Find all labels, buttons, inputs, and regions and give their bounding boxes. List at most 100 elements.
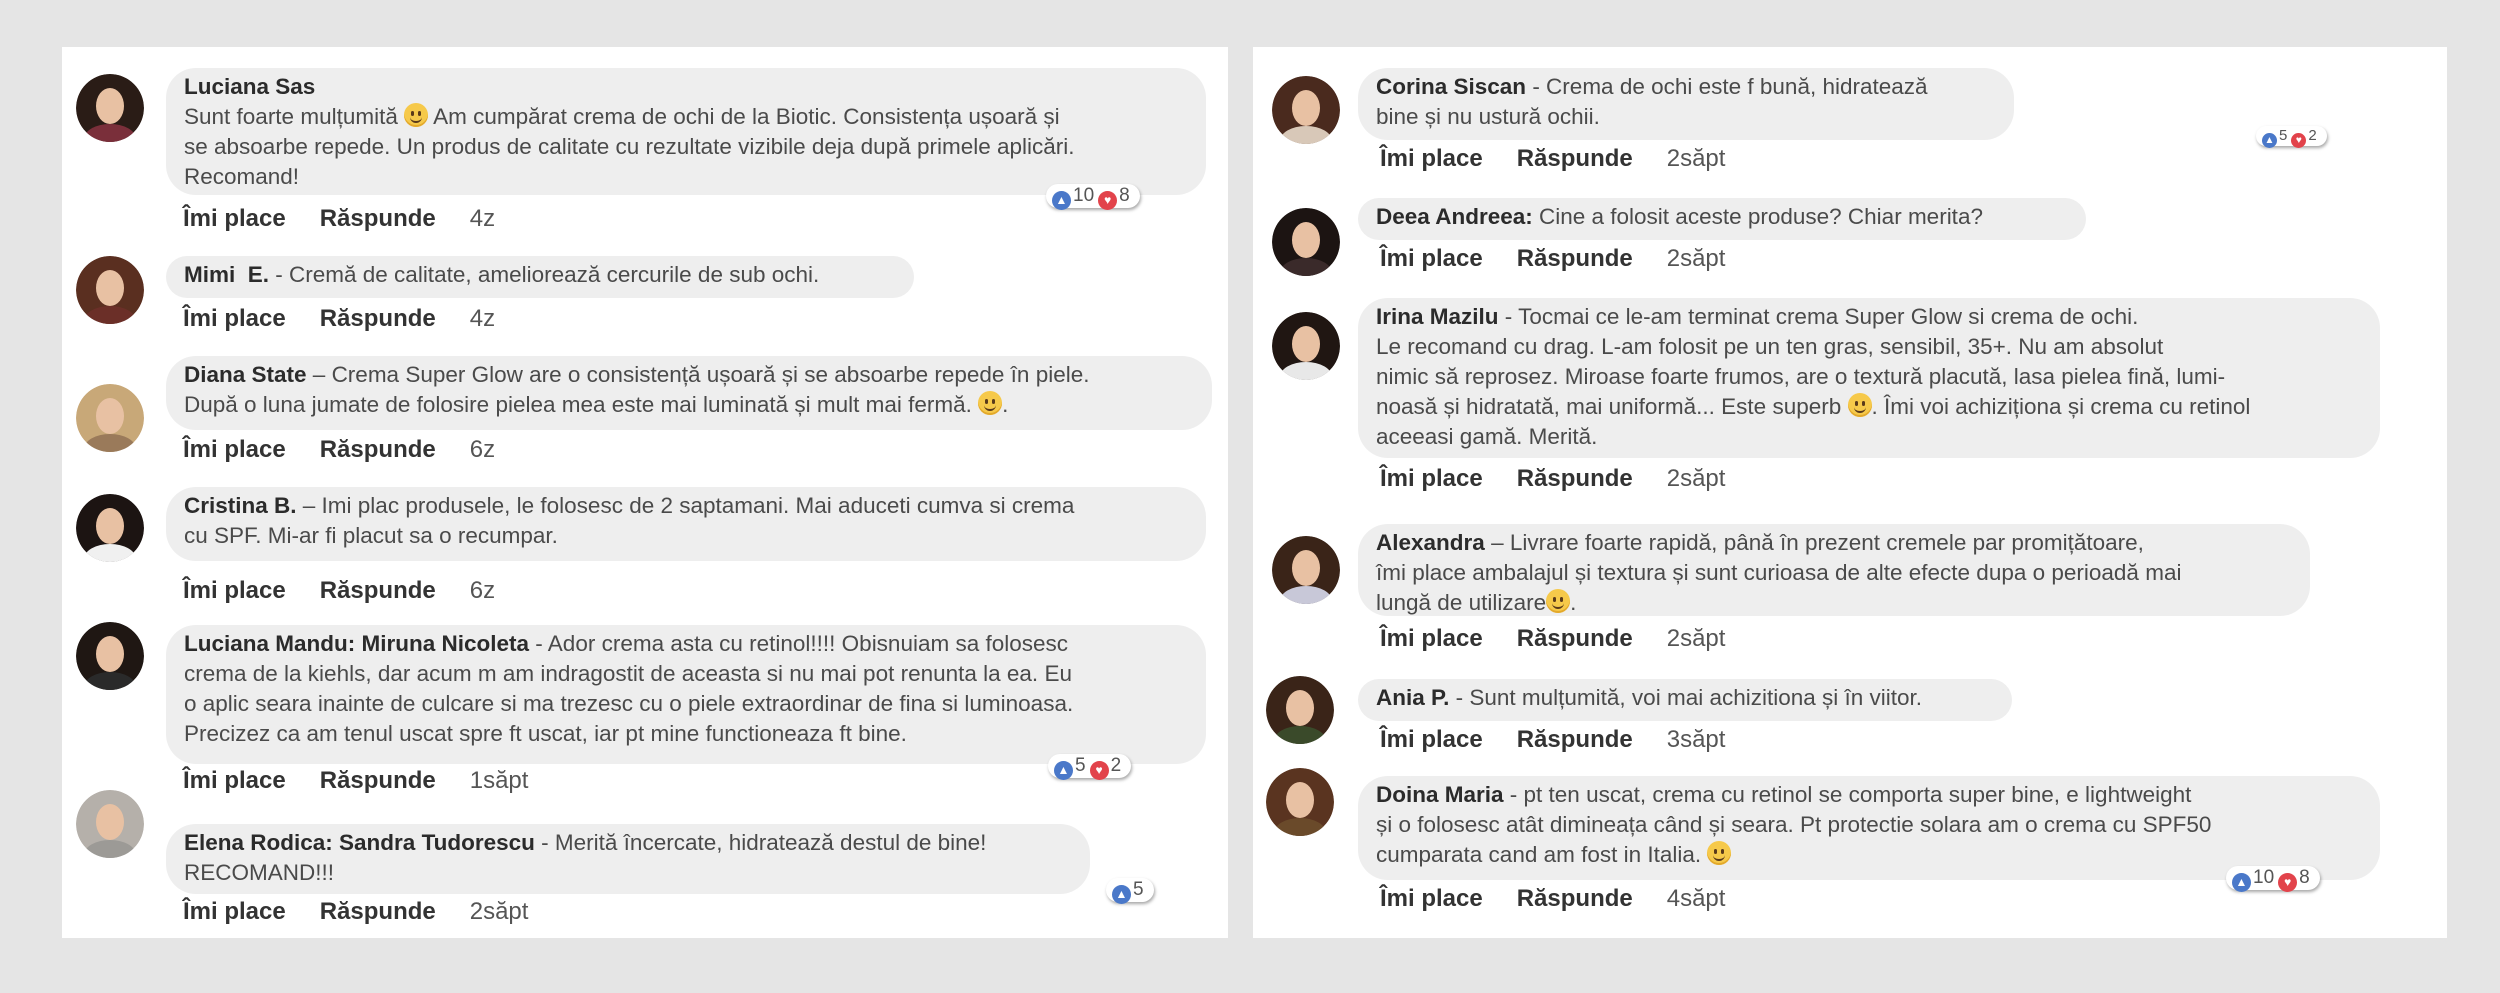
avatar[interactable] bbox=[1272, 208, 1340, 276]
avatar[interactable] bbox=[1272, 76, 1340, 144]
reply-button[interactable]: Răspunde bbox=[1517, 624, 1633, 654]
reply-button[interactable]: Răspunde bbox=[320, 304, 436, 334]
comment-actions: Îmi place Răspunde 4z bbox=[183, 304, 495, 334]
avatar[interactable] bbox=[1272, 312, 1340, 380]
avatar[interactable] bbox=[76, 494, 144, 562]
comment-actions: Îmi place Răspunde 2săpt bbox=[1380, 144, 1725, 174]
like-count: 10 bbox=[1073, 185, 1095, 206]
like-button[interactable]: Îmi place bbox=[1380, 464, 1483, 494]
reaction-count[interactable]: ▲ 5 ♥ 2 bbox=[2256, 126, 2327, 148]
comment-author[interactable]: Corina Siscan bbox=[1376, 74, 1526, 99]
like-button[interactable]: Îmi place bbox=[183, 766, 286, 796]
reaction-count[interactable]: ▲ 5 bbox=[1106, 878, 1154, 904]
comment-bubble: Elena Rodica: Sandra Tudorescu - Merită … bbox=[166, 824, 1090, 894]
comment-timestamp[interactable]: 4z bbox=[470, 204, 495, 234]
comment-timestamp[interactable]: 2săpt bbox=[1667, 624, 1726, 654]
reply-button[interactable]: Răspunde bbox=[320, 576, 436, 606]
comment-timestamp[interactable]: 2săpt bbox=[470, 897, 529, 927]
comment-timestamp[interactable]: 6z bbox=[470, 435, 495, 465]
thumbs-up-icon: ▲ bbox=[1054, 761, 1073, 780]
reply-button[interactable]: Răspunde bbox=[1517, 464, 1633, 494]
avatar[interactable] bbox=[76, 74, 144, 142]
comment-timestamp[interactable]: 1săpt bbox=[470, 766, 529, 796]
comment-bubble: Deea Andreea: Cine a folosit aceste prod… bbox=[1358, 198, 2086, 240]
like-button[interactable]: Îmi place bbox=[183, 304, 286, 334]
comment-timestamp[interactable]: 2săpt bbox=[1667, 464, 1726, 494]
love-count: 2 bbox=[2308, 127, 2317, 144]
reply-button[interactable]: Răspunde bbox=[320, 204, 436, 234]
smiley-emoji-icon bbox=[1707, 841, 1732, 865]
comment-author[interactable]: Irina Mazilu bbox=[1376, 304, 1499, 329]
comment-timestamp[interactable]: 3săpt bbox=[1667, 725, 1726, 755]
thumbs-up-icon: ▲ bbox=[1112, 885, 1131, 904]
comment-text: - Tocmai ce le-am terminat crema Super G… bbox=[1376, 304, 2251, 449]
comment-author[interactable]: Elena Rodica: Sandra Tudorescu bbox=[184, 830, 535, 855]
reply-button[interactable]: Răspunde bbox=[320, 435, 436, 465]
love-count: 2 bbox=[1110, 755, 1122, 776]
avatar[interactable] bbox=[76, 790, 144, 858]
comment-author[interactable]: Luciana Sas bbox=[184, 74, 315, 99]
smiley-emoji-icon bbox=[978, 391, 1003, 415]
thumbs-up-icon: ▲ bbox=[2262, 133, 2277, 148]
reply-button[interactable]: Răspunde bbox=[320, 766, 436, 796]
avatar[interactable] bbox=[1266, 676, 1334, 744]
reply-button[interactable]: Răspunde bbox=[1517, 244, 1633, 274]
like-button[interactable]: Îmi place bbox=[1380, 244, 1483, 274]
comment-actions: Îmi place Răspunde 2săpt bbox=[1380, 244, 1725, 274]
comment-timestamp[interactable]: 4z bbox=[470, 304, 495, 334]
avatar[interactable] bbox=[76, 622, 144, 690]
comment-timestamp[interactable]: 4săpt bbox=[1667, 884, 1726, 914]
comment-author[interactable]: Doina Maria bbox=[1376, 782, 1504, 807]
thumbs-up-icon: ▲ bbox=[2232, 873, 2251, 892]
comment-actions: Îmi place Răspunde 6z bbox=[183, 576, 495, 606]
comment-bubble: Mimi E. - Cremă de calitate, ameliorează… bbox=[166, 256, 914, 298]
comment-author[interactable]: Cristina B. bbox=[184, 493, 297, 518]
avatar[interactable] bbox=[1272, 536, 1340, 604]
comment-author[interactable]: Luciana Mandu: Miruna Nicoleta bbox=[184, 631, 529, 656]
comment-bubble: Luciana Sas Sunt foarte mulțumită Am cum… bbox=[166, 68, 1206, 195]
reply-button[interactable]: Răspunde bbox=[1517, 144, 1633, 174]
avatar[interactable] bbox=[76, 384, 144, 452]
avatar[interactable] bbox=[76, 256, 144, 324]
comment-author[interactable]: Ania P. bbox=[1376, 685, 1449, 710]
comment-author[interactable]: Diana State bbox=[184, 362, 307, 387]
comment-actions: Îmi place Răspunde 4săpt bbox=[1380, 884, 1725, 914]
like-button[interactable]: Îmi place bbox=[1380, 884, 1483, 914]
comment-bubble: Cristina B. – Imi plac produsele, le fol… bbox=[166, 487, 1206, 561]
comment-text: - Sunt mulțumită, voi mai achizitiona și… bbox=[1449, 685, 1923, 710]
reaction-count[interactable]: ▲ 10 ♥ 8 bbox=[2226, 866, 2320, 892]
love-count: 8 bbox=[2299, 867, 2310, 888]
comment-timestamp[interactable]: 6z bbox=[470, 576, 495, 606]
comment-text: Sunt foarte mulțumită Am cumpărat crema … bbox=[184, 103, 1075, 189]
comment-text: Cine a folosit aceste produse? Chiar mer… bbox=[1532, 204, 1983, 229]
comment-bubble: Luciana Mandu: Miruna Nicoleta - Ador cr… bbox=[166, 625, 1206, 764]
comment-text: – Livrare foarte rapidă, până în prezent… bbox=[1376, 530, 2182, 615]
like-button[interactable]: Îmi place bbox=[183, 897, 286, 927]
comment-bubble: Irina Mazilu - Tocmai ce le-am terminat … bbox=[1358, 298, 2380, 458]
like-button[interactable]: Îmi place bbox=[183, 435, 286, 465]
comment-bubble: Doina Maria - pt ten uscat, crema cu ret… bbox=[1358, 776, 2380, 880]
reply-button[interactable]: Răspunde bbox=[320, 897, 436, 927]
like-button[interactable]: Îmi place bbox=[183, 204, 286, 234]
comment-bubble: Ania P. - Sunt mulțumită, voi mai achizi… bbox=[1358, 679, 2012, 721]
like-button[interactable]: Îmi place bbox=[1380, 725, 1483, 755]
comment-author[interactable]: Alexandra bbox=[1376, 530, 1485, 555]
heart-icon: ♥ bbox=[1089, 761, 1109, 780]
comment-bubble: Corina Siscan - Crema de ochi este f bun… bbox=[1358, 68, 2014, 140]
love-count: 8 bbox=[1119, 185, 1130, 206]
comment-timestamp[interactable]: 2săpt bbox=[1667, 144, 1726, 174]
like-button[interactable]: Îmi place bbox=[1380, 624, 1483, 654]
like-button[interactable]: Îmi place bbox=[1380, 144, 1483, 174]
reaction-count[interactable]: ▲ 5 ♥ 2 bbox=[1048, 754, 1132, 780]
reply-button[interactable]: Răspunde bbox=[1517, 884, 1633, 914]
like-count: 10 bbox=[2253, 867, 2275, 888]
avatar[interactable] bbox=[1266, 768, 1334, 836]
comment-actions: Îmi place Răspunde 4z bbox=[183, 204, 495, 234]
comment-author[interactable]: Mimi E. bbox=[184, 262, 269, 287]
like-button[interactable]: Îmi place bbox=[183, 576, 286, 606]
reaction-count[interactable]: ▲ 10 ♥ 8 bbox=[1046, 184, 1140, 210]
smiley-emoji-icon bbox=[1847, 393, 1872, 417]
comment-author[interactable]: Deea Andreea: bbox=[1376, 204, 1533, 229]
reply-button[interactable]: Răspunde bbox=[1517, 725, 1633, 755]
comment-timestamp[interactable]: 2săpt bbox=[1667, 244, 1726, 274]
